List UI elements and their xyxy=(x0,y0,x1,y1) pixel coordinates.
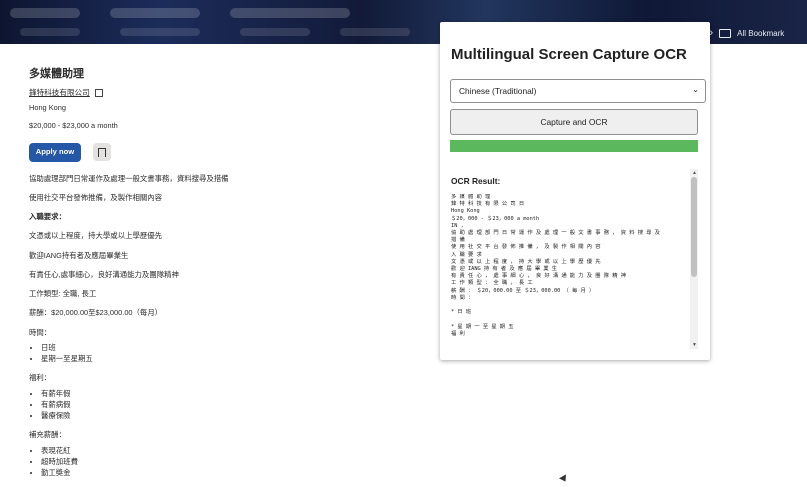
requirement-line: 有責任心,處事細心，良好溝通能力及團隊精神 xyxy=(29,269,179,279)
list-item: 超時加班費 xyxy=(41,457,429,466)
requirement-line: 文憑或以上程度，持大學或以上學歷優先 xyxy=(29,231,163,241)
apply-now-button[interactable]: Apply now xyxy=(29,142,81,162)
extra-pay-heading: 補充薪酬： xyxy=(29,430,66,440)
job-type: 工作類型: 全職, 長工 xyxy=(29,289,97,299)
scroll-down-icon[interactable]: ▼ xyxy=(692,342,697,348)
benefits-heading: 福利： xyxy=(29,373,52,383)
progress-fill xyxy=(450,140,698,152)
ocr-result-text[interactable]: 多 媒 體 助 理 鋒 特 科 技 有 限 公 司 日 Hong Kong ＄2… xyxy=(451,194,681,338)
ocr-result-panel[interactable]: OCR Result: 多 媒 體 助 理 鋒 特 科 技 有 限 公 司 日 … xyxy=(450,167,698,351)
job-location: Hong Kong xyxy=(29,103,66,113)
blurred-bookmark xyxy=(120,28,200,36)
capture-ocr-button[interactable]: Capture and OCR xyxy=(450,109,698,135)
ocr-progress-bar xyxy=(450,140,698,152)
list-item: 有薪病假 xyxy=(41,400,429,409)
mouse-cursor-icon xyxy=(559,474,569,484)
hours-heading: 時間： xyxy=(29,327,52,337)
description-line: 使用社交平台發佈推備，及製作相關內容 xyxy=(29,192,163,202)
list-item: 勤工獎金 xyxy=(41,468,429,477)
requirement-line: 歡迎IANG持有者及應屆畢業生 xyxy=(29,250,129,260)
blurred-bookmark xyxy=(340,28,410,36)
requirements-heading: 入職要求： xyxy=(29,212,66,222)
language-select-value: Chinese (Traditional) xyxy=(459,86,537,96)
language-select[interactable]: Chinese (Traditional) ⌄ xyxy=(450,79,706,103)
list-item: 醫療保險 xyxy=(41,411,429,420)
ocr-result-label: OCR Result: xyxy=(451,176,501,186)
save-job-button[interactable] xyxy=(93,143,111,162)
ocr-extension-popup: Multilingual Screen Capture OCR Chinese … xyxy=(440,22,710,360)
blurred-tab xyxy=(110,8,200,18)
blurred-bookmark xyxy=(20,28,80,36)
extra-pay-list: 表現花紅 超時加班費 勤工獎金 xyxy=(29,446,429,478)
blurred-tab xyxy=(230,8,350,18)
all-bookmarks[interactable]: » All Bookmark xyxy=(701,22,807,44)
external-link-icon[interactable] xyxy=(94,88,103,97)
chevron-down-icon: ⌄ xyxy=(692,85,699,94)
list-item: 日班 xyxy=(41,343,429,352)
job-salary: $20,000 - $23,000 a month xyxy=(29,121,118,131)
scrollbar-thumb[interactable] xyxy=(691,177,697,277)
company-link[interactable]: 鋒特科技有限公司 xyxy=(29,88,90,97)
blurred-bookmark xyxy=(240,28,310,36)
folder-icon xyxy=(719,28,732,38)
list-item: 有薪年假 xyxy=(41,389,429,398)
list-item: 星期一至星期五 xyxy=(41,354,429,363)
pay-line: 薪酬：$20,000.00至$23,000.00（每月） xyxy=(29,308,163,318)
blurred-tab xyxy=(10,8,80,18)
description-line: 協助處理部門日常運作及處理一般文書事務，資料搜尋及措備 xyxy=(29,173,229,183)
popup-title: Multilingual Screen Capture OCR xyxy=(451,46,687,63)
hours-list: 日班 星期一至星期五 xyxy=(29,343,429,364)
benefits-list: 有薪年假 有薪病假 醫療保險 xyxy=(29,389,429,421)
scroll-up-icon[interactable]: ▲ xyxy=(692,170,697,176)
list-item: 表現花紅 xyxy=(41,446,429,455)
job-title: 多媒體助理 xyxy=(29,68,84,80)
result-scrollbar[interactable]: ▲ ▼ xyxy=(690,169,698,349)
all-bookmarks-label: All Bookmark xyxy=(737,28,785,38)
bookmark-icon xyxy=(98,147,106,157)
job-posting: 多媒體助理 鋒特科技有限公司 Hong Kong $20,000 - $23,0… xyxy=(29,62,429,479)
